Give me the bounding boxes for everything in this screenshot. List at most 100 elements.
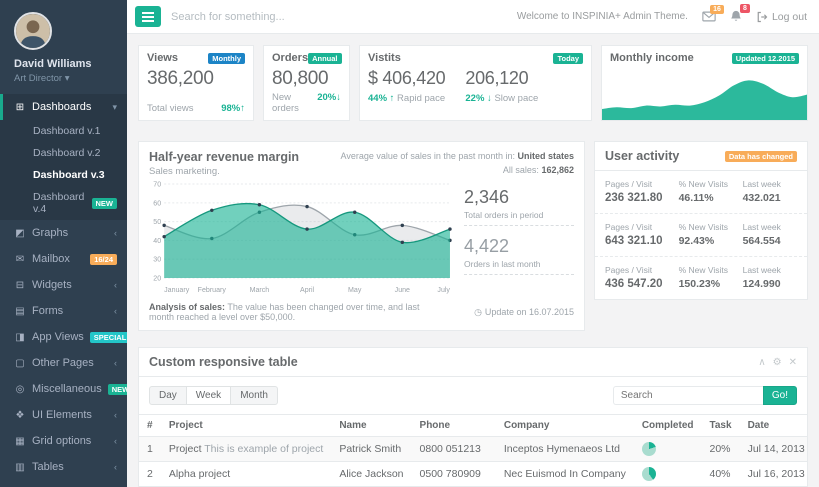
sidebar-item-other-pages[interactable]: ▢ Other Pages ‹	[0, 350, 127, 376]
revenue-side-stats: 2,346 Total orders in period 4,422 Order…	[452, 179, 574, 298]
orders-stat-box: Orders Annual 80,800 New orders 20%↓	[263, 45, 350, 121]
activity-col-value: 436 547.20	[605, 278, 679, 290]
sidebar-item-grid-options[interactable]: ▦ Grid options ‹	[0, 428, 127, 454]
notifications-button[interactable]: 8	[730, 10, 742, 23]
activity-col-label: % New Visits	[679, 265, 743, 275]
sidebar-item-label: Widgets	[32, 279, 108, 291]
col-phone: Phone	[412, 415, 496, 437]
range-day-button[interactable]: Day	[149, 386, 187, 405]
col-project: Project	[161, 415, 331, 437]
logout-label: Log out	[772, 11, 807, 23]
col-num: #	[139, 415, 161, 437]
sidebar-item-miscellaneous[interactable]: ◎ Miscellaneous NEW	[0, 376, 127, 402]
activity-col-value: 564.554	[743, 235, 797, 247]
widgets-icon: ⊟	[14, 280, 26, 291]
analysis-text: Analysis of sales: The value has been ch…	[149, 302, 447, 322]
activity-col-label: % New Visits	[679, 179, 743, 189]
wrench-icon[interactable]: ⚙	[773, 357, 782, 368]
sidebar-item-label: Mailbox	[32, 253, 84, 265]
visits-left-delta: 44% ↑	[368, 93, 394, 104]
table-row[interactable]: 1 Project This is example of project Pat…	[139, 437, 808, 462]
sidebar-item-dashboard-v4[interactable]: Dashboard v.4 NEW	[0, 186, 127, 220]
row-completed	[634, 437, 702, 462]
row-project: Project This is example of project	[161, 437, 331, 462]
sidebar-item-gallery[interactable]: ▣ Gallery ‹	[0, 480, 127, 487]
activity-col-label: Last week	[743, 222, 797, 232]
svg-text:February: February	[198, 287, 227, 294]
special-badge: SPECIAL	[90, 332, 127, 343]
panel-tools: ∧ ⚙ ✕	[758, 357, 797, 368]
avatar[interactable]	[14, 12, 52, 50]
svg-text:60: 60	[153, 200, 161, 207]
row-project: Alpha project	[161, 462, 331, 487]
all-sales-label: All sales:	[503, 165, 539, 175]
orders-last-month-value: 4,422	[464, 236, 574, 257]
sidebar-item-dashboards[interactable]: ⊞ Dashboards ▾	[0, 94, 127, 120]
level-down-icon: ↓	[336, 92, 341, 103]
table-search-input[interactable]	[613, 386, 763, 405]
range-week-button[interactable]: Week	[186, 386, 231, 405]
income-title: Monthly income	[610, 52, 694, 64]
activity-col-label: Pages / Visit	[605, 222, 679, 232]
search-go-button[interactable]: Go!	[763, 386, 797, 405]
activity-col-label: Last week	[743, 265, 797, 275]
menu-group-dashboards: ⊞ Dashboards ▾ Dashboard v.1 Dashboard v…	[0, 94, 127, 220]
activity-col-value: 643 321.10	[605, 235, 679, 247]
completed-pie-icon	[642, 467, 656, 481]
welcome-text: Welcome to INSPINIA+ Admin Theme.	[517, 11, 688, 22]
visits-right-delta: 22% ↓	[465, 93, 491, 104]
svg-text:40: 40	[153, 238, 161, 245]
mailbox-icon: ✉	[14, 254, 26, 265]
table-row-wrap: Custom responsive table ∧ ⚙ ✕ Day Week M…	[138, 347, 808, 487]
sidebar-item-mailbox[interactable]: ✉ Mailbox 16/24	[0, 246, 127, 272]
sidebar-item-forms[interactable]: ▤ Forms ‹	[0, 298, 127, 324]
activity-col-label: Last week	[743, 179, 797, 189]
activity-col-label: % New Visits	[679, 222, 743, 232]
ui-elements-icon: ❖	[14, 410, 26, 421]
sidebar-item-dashboard-v2[interactable]: Dashboard v.2	[0, 142, 127, 164]
visits-left-caption: Rapid pace	[397, 93, 445, 104]
activity-group: Pages / Visit 643 321.10 % New Visits 92…	[595, 214, 807, 257]
collapse-icon[interactable]: ∧	[758, 357, 765, 368]
level-up-icon: ↑	[390, 93, 395, 104]
close-icon[interactable]: ✕	[789, 357, 797, 368]
col-name: Name	[331, 415, 411, 437]
profile-role-dropdown[interactable]: Art Director ▾	[14, 73, 117, 84]
sidebar-item-dashboard-v1[interactable]: Dashboard v.1	[0, 120, 127, 142]
sidebar-item-graphs[interactable]: ◩ Graphs ‹	[0, 220, 127, 246]
visits-stat-box: Vistits Today $ 406,420 44% ↑ Rapid pace	[359, 45, 592, 121]
avg-sales-label: Average value of sales in the past month…	[341, 151, 515, 161]
col-completed: Completed	[634, 415, 702, 437]
search-input[interactable]	[171, 11, 507, 23]
sidebar-item-ui-elements[interactable]: ❖ UI Elements ‹	[0, 402, 127, 428]
dashboard-icon: ⊞	[14, 102, 26, 113]
logout-button[interactable]: Log out	[756, 11, 807, 23]
revenue-subtitle: Sales marketing.	[149, 166, 299, 177]
all-sales-value: 162,862	[541, 165, 574, 175]
sidebar-item-widgets[interactable]: ⊟ Widgets ‹	[0, 272, 127, 298]
visits-right-value: 206,120	[465, 68, 538, 89]
grid-icon: ▦	[14, 436, 26, 447]
svg-text:May: May	[348, 287, 362, 294]
sidebar-item-dashboard-v3[interactable]: Dashboard v.3	[0, 164, 127, 186]
sidebar-item-app-views[interactable]: ◨ App Views SPECIAL	[0, 324, 127, 350]
update-info: ◷ Update on 16.07.2015	[474, 302, 574, 322]
dashboards-submenu: Dashboard v.1 Dashboard v.2 Dashboard v.…	[0, 120, 127, 220]
sidebar-item-tables[interactable]: ▥ Tables ‹	[0, 454, 127, 480]
sidebar-toggle-button[interactable]	[135, 6, 161, 27]
new-badge: NEW	[92, 198, 118, 209]
orders-last-month-label: Orders in last month	[464, 259, 574, 275]
visits-title: Vistits	[368, 52, 401, 64]
range-month-button[interactable]: Month	[230, 386, 278, 405]
chevron-left-icon: ‹	[114, 462, 117, 472]
sidebar-item-label: Other Pages	[32, 357, 108, 369]
messages-button[interactable]: 16	[702, 11, 716, 22]
activity-col-value: 236 321.80	[605, 192, 679, 204]
orders-delta: 20%↓	[317, 92, 341, 103]
new-badge: NEW	[108, 384, 127, 395]
submenu-label: Dashboard v.3	[33, 169, 105, 181]
activity-col-value: 124.990	[743, 278, 797, 290]
row-task: 20%	[702, 437, 740, 462]
submenu-label: Dashboard v.4	[33, 191, 88, 215]
table-row[interactable]: 2 Alpha project Alice Jackson 0500 78090…	[139, 462, 808, 487]
